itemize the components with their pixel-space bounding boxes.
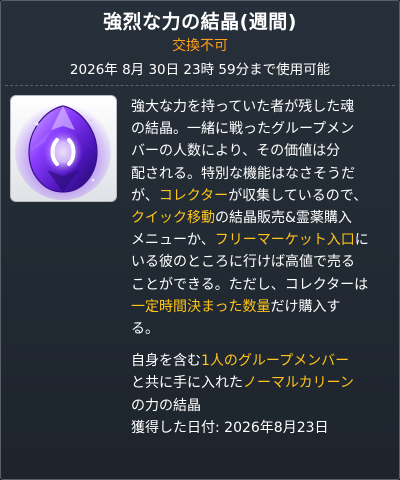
- party-member-highlight: 1人のグループメンバー: [201, 353, 350, 370]
- description-line: る。: [131, 321, 159, 338]
- item-tooltip: 強烈な力の結晶(週間) 交換不可 2026年 8月 30日 23時 59分まで使…: [0, 0, 400, 480]
- boss-name-highlight: ノーマルカリーン: [243, 375, 354, 392]
- description-line: の結晶。一緒に戦ったグループメン: [131, 121, 355, 138]
- collector-highlight: コレクター: [158, 187, 229, 204]
- acquired-date: 獲得した日付: 2026年8月23日: [131, 419, 329, 436]
- trade-status-label: 交換不可: [172, 38, 228, 54]
- item-icon-frame: [10, 95, 117, 202]
- description-line: ことができる。ただし、コレクターは: [131, 276, 369, 293]
- description-line: いる彼のところに行けば高値で売る: [131, 254, 355, 271]
- description-line: メニューか、フリーマーケット入口に: [131, 232, 369, 249]
- free-market-highlight: フリーマーケット入口: [214, 232, 355, 249]
- detail-line: の力の結晶: [131, 397, 201, 414]
- description-line: 一定時間決まった数量だけ購入す: [131, 298, 341, 315]
- description-line: クイック移動の結晶販売&霊薬購入: [131, 210, 352, 227]
- expiry-date: 2026年 8月 30日 23時 59分まで使用可能: [69, 62, 331, 78]
- description-line: 配される。特別な機能はなさそうだ: [131, 165, 355, 182]
- item-description: 強大な力を持っていた者が残した魂 の結晶。一緒に戦ったグループメン バーの人数に…: [131, 96, 393, 439]
- quick-move-highlight: クイック移動: [131, 210, 215, 227]
- description-line: 強大な力を持っていた者が残した魂: [131, 99, 355, 115]
- detail-line: と共に手に入れたノーマルカリーン: [131, 375, 354, 392]
- detail-line: 自身を含む1人のグループメンバー: [131, 353, 350, 370]
- description-line: が、コレクターが収集しているので、: [131, 187, 368, 204]
- item-title: 強烈な力の結晶(週間): [103, 11, 297, 33]
- purple-crystal-icon: [15, 104, 111, 200]
- divider: [5, 85, 395, 86]
- description-line: バーの人数により、その価値は分: [131, 143, 341, 160]
- limited-quantity-highlight: 一定時間決まった数量: [131, 298, 271, 315]
